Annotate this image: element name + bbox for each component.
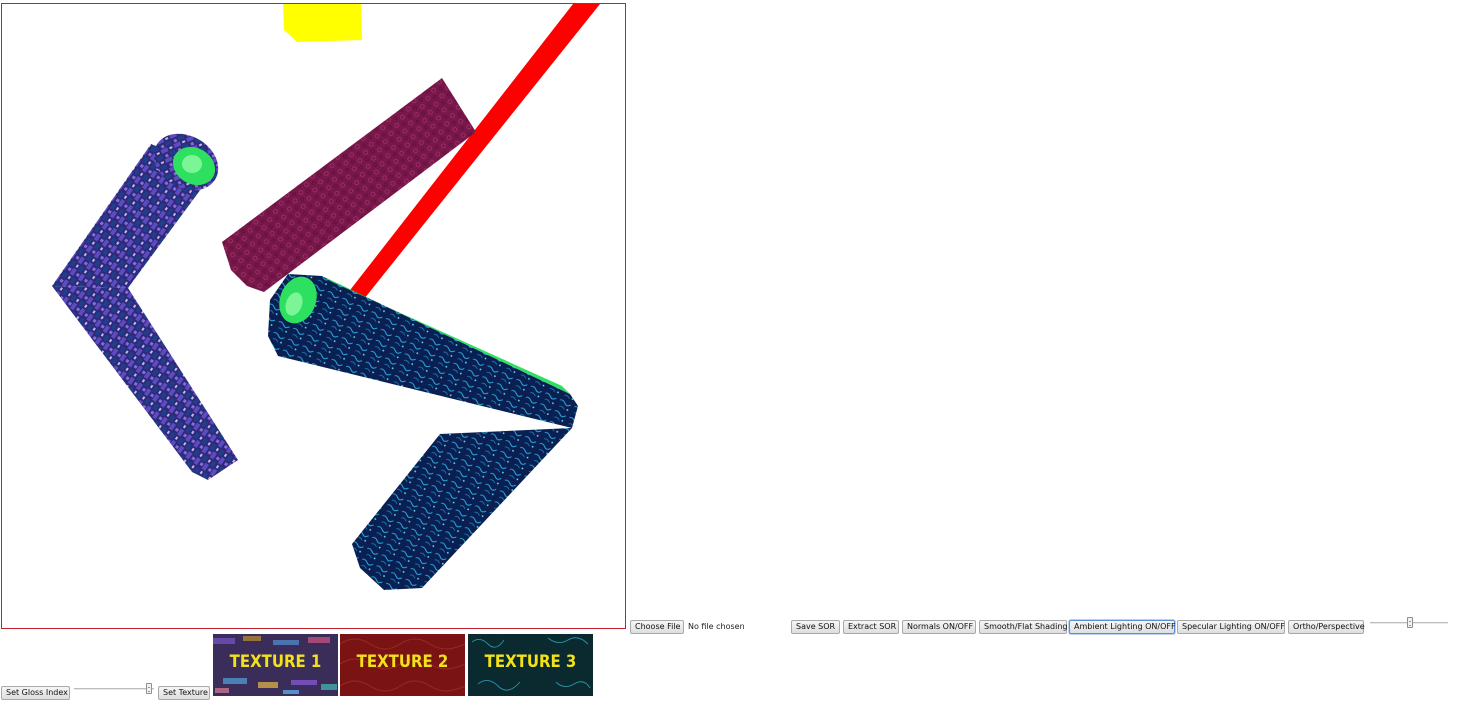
- slider-track: [74, 688, 154, 690]
- smooth-flat-shading-button[interactable]: Smooth/Flat Shading: [979, 620, 1067, 634]
- texture-3-label: TEXTURE 3: [484, 652, 577, 672]
- yellow-shape: [283, 4, 362, 42]
- save-sor-button[interactable]: Save SOR: [791, 620, 840, 634]
- texture-1-label: TEXTURE 1: [229, 652, 322, 672]
- slider-thumb[interactable]: [146, 683, 152, 694]
- extract-sor-button[interactable]: Extract SOR: [843, 620, 899, 634]
- slider-top-right[interactable]: [1370, 617, 1448, 629]
- choose-file-button[interactable]: Choose File: [630, 620, 684, 634]
- gloss-slider[interactable]: [74, 683, 154, 695]
- ortho-perspective-button[interactable]: Ortho/Perspective: [1288, 620, 1365, 634]
- specular-lighting-toggle-button[interactable]: Specular Lighting ON/OFF: [1177, 620, 1285, 634]
- set-texture-button[interactable]: Set Texture: [158, 686, 210, 700]
- normals-toggle-button[interactable]: Normals ON/OFF: [902, 620, 976, 634]
- texture-3-thumbnail[interactable]: TEXTURE 3: [468, 634, 593, 696]
- webgl-canvas[interactable]: [1, 3, 626, 629]
- file-status-text: No file chosen: [688, 622, 745, 631]
- navy-bent-cylinder: [268, 274, 578, 590]
- texture-1-thumbnail[interactable]: TEXTURE 1: [213, 634, 338, 696]
- ambient-lighting-toggle-button[interactable]: Ambient Lighting ON/OFF: [1069, 620, 1176, 634]
- purple-bent-cylinder: [52, 133, 238, 480]
- slider-thumb[interactable]: [1407, 617, 1413, 628]
- set-gloss-index-button[interactable]: Set Gloss Index: [1, 686, 70, 700]
- texture-2-thumbnail[interactable]: TEXTURE 2: [340, 634, 465, 696]
- texture-2-label: TEXTURE 2: [356, 652, 449, 672]
